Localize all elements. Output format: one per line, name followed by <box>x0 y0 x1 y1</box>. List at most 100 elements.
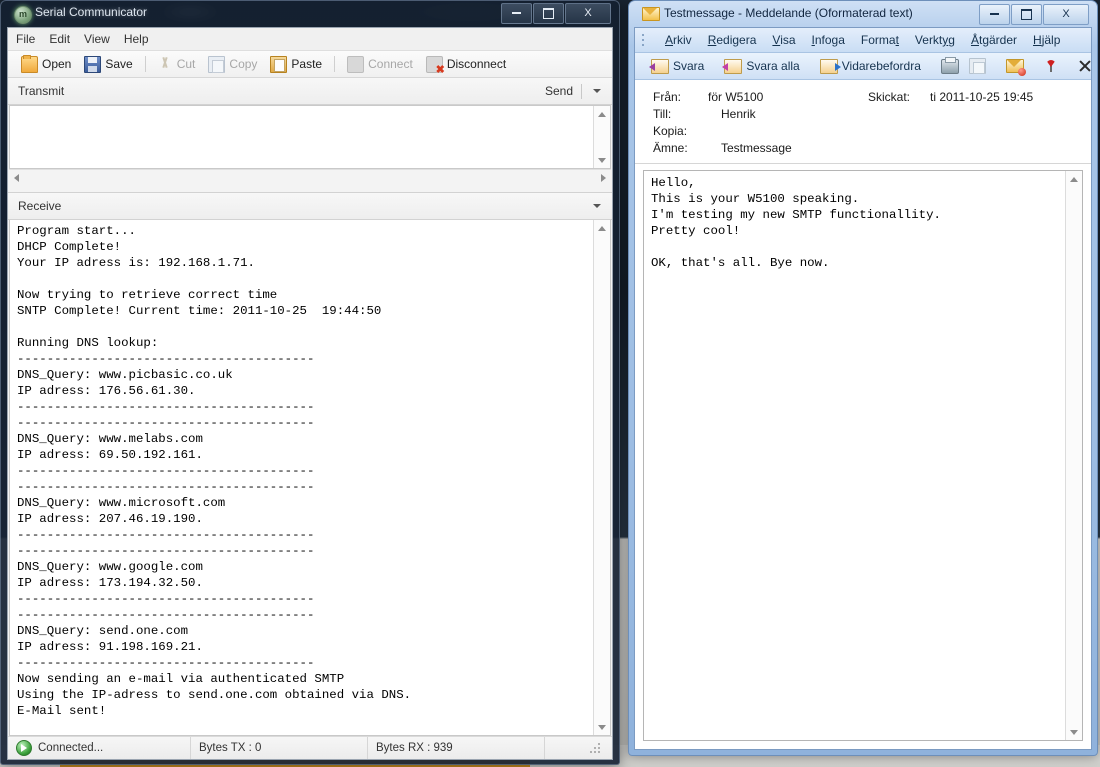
forward-button[interactable]: Vidarebefordra <box>816 58 925 75</box>
transmit-horizontal-scrollbar[interactable] <box>9 169 611 186</box>
receive-scroll-down-arrow-icon[interactable] <box>594 719 610 735</box>
flag-button[interactable] <box>1040 58 1062 74</box>
menu-visa[interactable]: Visa <box>772 33 795 47</box>
chevron-down-icon[interactable] <box>593 89 601 93</box>
mail-window-title: Testmessage - Meddelande (Oformaterad te… <box>664 6 913 20</box>
menu-redigera[interactable]: Redigera <box>708 33 757 47</box>
transmit-divider <box>581 84 582 99</box>
transmit-vertical-scrollbar[interactable] <box>593 106 610 168</box>
receive-label: Receive <box>18 199 61 213</box>
menu-edit[interactable]: Edit <box>49 32 70 46</box>
serial-communicator-window[interactable]: m Serial Communicator X File Edit View H… <box>0 0 620 765</box>
from-label: Från: <box>635 89 708 106</box>
mail-scroll-down-arrow-icon[interactable] <box>1066 724 1082 740</box>
to-value: Henrik <box>708 106 756 123</box>
mail-maximize-button[interactable] <box>1011 4 1042 25</box>
envelope-icon <box>642 7 660 21</box>
mail-client-area: Arkiv Redigera Visa Infoga Format Verkty… <box>634 27 1092 750</box>
scroll-right-arrow-icon[interactable] <box>601 174 606 182</box>
scroll-left-arrow-icon[interactable] <box>14 174 19 182</box>
copy-icon <box>208 56 225 73</box>
paste-button[interactable]: Paste <box>265 55 327 74</box>
receive-vertical-scrollbar[interactable] <box>593 220 610 735</box>
delete-button[interactable] <box>1074 58 1096 74</box>
menu-arkiv[interactable]: Arkiv <box>665 33 692 47</box>
menu-verktyg[interactable]: Verktyg <box>915 33 955 47</box>
mail-badge-button[interactable] <box>1002 58 1028 74</box>
mail-minimize-button[interactable] <box>979 4 1010 25</box>
minimize-button[interactable] <box>501 3 532 24</box>
scroll-down-arrow-icon[interactable] <box>594 152 610 168</box>
folder-open-icon <box>21 56 38 73</box>
forward-icon <box>820 59 838 74</box>
resize-grip-icon[interactable] <box>589 742 601 754</box>
status-empty-cell <box>545 737 612 759</box>
menu-view[interactable]: View <box>84 32 110 46</box>
mail-vertical-scrollbar[interactable] <box>1065 171 1082 740</box>
reply-all-button[interactable]: Svara alla <box>720 58 803 75</box>
receive-log-text: Program start... DHCP Complete! Your IP … <box>17 223 590 719</box>
serial-window-controls[interactable]: X <box>501 3 611 24</box>
sent-value: ti 2011-10-25 19:45 <box>930 89 1033 106</box>
mail-close-button[interactable]: X <box>1043 4 1089 25</box>
flag-icon <box>1044 59 1058 73</box>
subject-label: Ämne: <box>635 140 708 157</box>
reply-all-icon <box>724 59 742 74</box>
mail-scroll-up-arrow-icon[interactable] <box>1066 171 1082 187</box>
serial-menubar[interactable]: File Edit View Help <box>8 28 612 51</box>
menu-infoga[interactable]: Infoga <box>812 33 845 47</box>
close-button[interactable]: X <box>565 3 611 24</box>
save-button-label: Save <box>105 57 132 71</box>
save-button[interactable]: Save <box>79 55 137 74</box>
transmit-textarea[interactable] <box>9 105 611 169</box>
status-bytes-rx: Bytes RX : 939 <box>368 737 545 759</box>
receive-chevron-down-icon[interactable] <box>593 204 601 208</box>
from-value: för W5100 <box>708 89 868 106</box>
menu-hjalp[interactable]: Hjälp <box>1033 33 1060 47</box>
connect-button-label: Connect <box>368 57 413 71</box>
menu-grip-icon[interactable] <box>641 33 645 47</box>
serial-titlebar[interactable]: m Serial Communicator X <box>7 1 613 27</box>
plug-disconnect-icon <box>426 56 443 73</box>
mail-body-text: Hello, This is your W5100 speaking. I'm … <box>651 175 1062 271</box>
menu-atgarder[interactable]: Åtgärder <box>971 33 1017 47</box>
menu-file[interactable]: File <box>16 32 35 46</box>
mail-badge-icon <box>1006 59 1024 73</box>
connect-button: Connect <box>342 55 418 74</box>
mail-header-row-from: Från: för W5100 Skickat: ti 2011-10-25 1… <box>635 89 1091 106</box>
mail-header-row-subject: Ämne: Testmessage <box>635 140 1091 157</box>
mail-titlebar[interactable]: Testmessage - Meddelande (Oformaterad te… <box>634 1 1092 27</box>
receive-textarea[interactable]: Program start... DHCP Complete! Your IP … <box>9 220 611 736</box>
mail-menubar[interactable]: Arkiv Redigera Visa Infoga Format Verkty… <box>635 28 1091 53</box>
cc-value <box>708 123 721 140</box>
open-button[interactable]: Open <box>16 55 76 74</box>
print-button[interactable] <box>937 58 963 75</box>
plug-connect-icon <box>347 56 364 73</box>
menu-help[interactable]: Help <box>124 32 149 46</box>
mail-header-row-to: Till: Henrik <box>635 106 1091 123</box>
mail-window-controls[interactable]: X <box>979 4 1089 25</box>
forward-button-label: Vidarebefordra <box>842 59 921 73</box>
receive-scroll-up-arrow-icon[interactable] <box>594 220 610 236</box>
outlook-message-window[interactable]: Testmessage - Meddelande (Oformaterad te… <box>628 0 1098 756</box>
mail-headers: Från: för W5100 Skickat: ti 2011-10-25 1… <box>635 80 1091 164</box>
scroll-up-arrow-icon[interactable] <box>594 106 610 122</box>
send-button[interactable]: Send <box>545 84 581 98</box>
sent-label: Skickat: <box>868 89 930 106</box>
copy-button: Copy <box>203 55 262 74</box>
mail-toolbar[interactable]: Svara Svara alla Vidarebefordra <box>635 53 1091 80</box>
status-connection: Connected... <box>8 737 191 759</box>
menu-format[interactable]: Format <box>861 33 899 47</box>
scissors-icon <box>158 57 173 72</box>
open-button-label: Open <box>42 57 71 71</box>
reply-button[interactable]: Svara <box>647 58 708 75</box>
maximize-button[interactable] <box>533 3 564 24</box>
transmit-header: Transmit Send <box>8 78 612 105</box>
mail-header-row-cc: Kopia: <box>635 123 1091 140</box>
delete-x-icon <box>1078 59 1092 73</box>
serial-window-title: Serial Communicator <box>35 5 147 19</box>
mail-body-area[interactable]: Hello, This is your W5100 speaking. I'm … <box>643 170 1083 741</box>
serial-toolbar[interactable]: Open Save Cut Copy Paste Connec <box>8 51 612 78</box>
toolbar-separator <box>145 56 146 72</box>
disconnect-button[interactable]: Disconnect <box>421 55 511 74</box>
